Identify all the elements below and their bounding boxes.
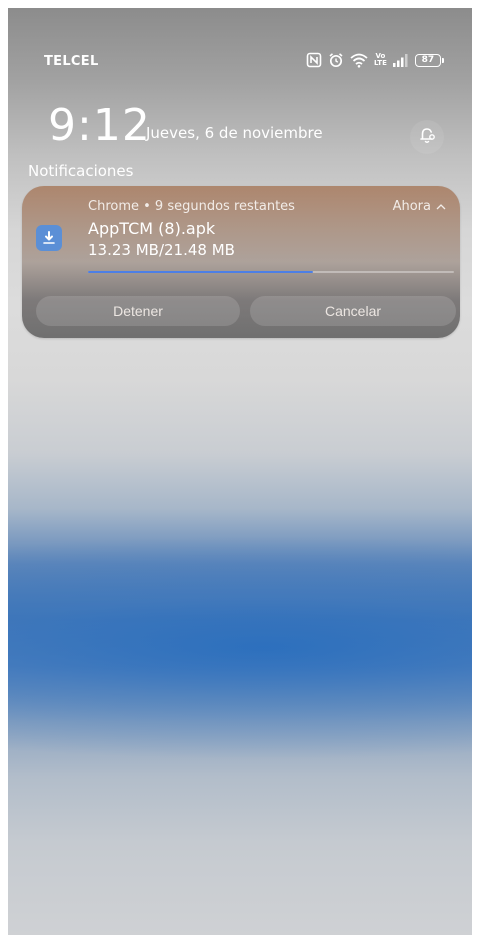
bell-settings-icon bbox=[417, 125, 437, 149]
notification-time-label: Ahora bbox=[392, 199, 431, 214]
download-progress-bar bbox=[88, 271, 454, 273]
clock-date: Jueves, 6 de noviembre bbox=[146, 124, 323, 142]
download-icon bbox=[36, 225, 62, 251]
notification-time[interactable]: Ahora bbox=[393, 199, 446, 214]
clock-time: 9:12 bbox=[48, 100, 151, 151]
volte-icon: Vo LTE bbox=[374, 53, 387, 67]
alarm-icon bbox=[328, 52, 344, 68]
battery-tip bbox=[441, 57, 444, 63]
download-progress-fill bbox=[88, 271, 314, 273]
signal-icon bbox=[392, 53, 409, 67]
battery-icon: 87 bbox=[414, 53, 441, 67]
lock-screen: TELCEL Vo LTE 87 9:12 Jueves, 6 de novie… bbox=[8, 8, 472, 935]
cancel-button[interactable]: Cancelar bbox=[250, 296, 456, 326]
carrier-label: TELCEL bbox=[44, 54, 99, 69]
notifications-heading: Notificaciones bbox=[28, 162, 134, 180]
status-icons: Vo LTE 87 bbox=[306, 52, 444, 68]
notification-settings-button[interactable] bbox=[410, 120, 444, 154]
notification-title: AppTCM (8).apk bbox=[88, 219, 216, 238]
wifi-icon bbox=[350, 53, 368, 68]
notification-subtitle: 13.23 MB/21.48 MB bbox=[88, 241, 235, 259]
nfc-icon bbox=[306, 52, 322, 68]
volte-bottom-label: LTE bbox=[374, 59, 387, 67]
notification-meta: Chrome • 9 segundos restantes bbox=[88, 199, 295, 214]
battery-level: 87 bbox=[421, 54, 435, 65]
status-bar: TELCEL Vo LTE 87 bbox=[8, 8, 472, 69]
stop-button[interactable]: Detener bbox=[36, 296, 240, 326]
chevron-up-icon bbox=[436, 199, 446, 214]
download-notification[interactable]: Chrome • 9 segundos restantes Ahora AppT… bbox=[22, 186, 460, 338]
